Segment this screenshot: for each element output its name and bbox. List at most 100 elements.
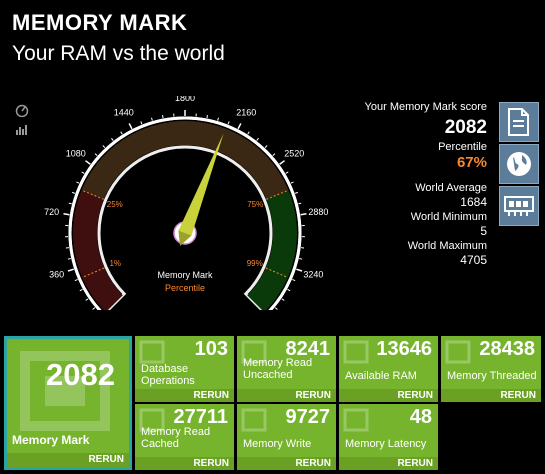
gauge-tick [298, 202, 302, 205]
tile-value: 28438 [479, 338, 535, 360]
gauge-tick [217, 117, 219, 121]
gauge-scale-label: 2520 [284, 149, 304, 159]
gauge-tick [294, 191, 299, 194]
world-compare-button[interactable] [499, 144, 539, 184]
gauge-tick [74, 279, 78, 282]
world-maximum-value: 4705 [460, 253, 487, 267]
gauge-tick [285, 171, 289, 174]
gauge-scale-label: 720 [44, 207, 59, 217]
gauge-tick [299, 258, 303, 260]
chip-icon [139, 340, 165, 364]
gauge-tick [279, 160, 285, 165]
tile-label-line1: Memory Read [141, 426, 211, 438]
percentile-label: Percentile [438, 141, 487, 153]
gauge-tick [287, 288, 291, 292]
tile-value: 9727 [285, 406, 331, 428]
chip-icon [343, 340, 369, 364]
tile-label-line1: Database [141, 363, 189, 375]
tile-label-line2: Operations [141, 375, 195, 387]
page-title: MEMORY MARK [12, 10, 188, 35]
gauge-tick [120, 131, 123, 135]
memory-mark-label: Memory Mark [12, 433, 90, 447]
gauge-tick [272, 153, 276, 157]
gauge-tick [237, 123, 242, 130]
gauge-tick [281, 298, 285, 301]
rerun-button[interactable]: RERUN [339, 389, 438, 402]
gauge-center-title: Memory Mark [157, 270, 213, 280]
tile-database-operations[interactable]: 103 Database Operations RERUN [135, 336, 234, 402]
rerun-button[interactable]: RERUN [237, 457, 336, 470]
memory-module-icon [504, 196, 534, 216]
gauge-tick [227, 121, 230, 125]
chip-icon [241, 408, 267, 432]
gauge-tick [274, 307, 278, 310]
gauge-tick [264, 145, 268, 149]
gauge-scale-label: 360 [49, 270, 64, 280]
gauge-tick [162, 115, 164, 119]
memory-mark-gauge: 036072010801440180021602520288032403600 … [44, 96, 328, 310]
gauge-tick [290, 181, 294, 184]
gauge-scale-label: 1080 [66, 149, 86, 159]
memory-mark-value: 2082 [46, 357, 115, 392]
memory-module-button[interactable] [499, 186, 539, 226]
report-icon [508, 108, 529, 136]
gauge-scale-label: 2160 [236, 108, 256, 118]
globe-icon [507, 152, 531, 176]
tile-memory-latency[interactable]: 48 Memory Latency RERUN [339, 404, 438, 470]
chart-icon[interactable] [15, 123, 29, 136]
tile-label-line1: Memory Read [243, 357, 313, 369]
gauge-percentile-label: 99% [247, 259, 263, 268]
gauge-tick [102, 145, 106, 149]
tile-memory-read-uncached[interactable]: 8241 Memory Read Uncached RERUN [237, 336, 336, 402]
gauge-tick [81, 171, 85, 174]
gauge-tick [300, 213, 307, 216]
rerun-button[interactable]: RERUN [339, 457, 438, 470]
gauge-tick [206, 115, 208, 119]
world-maximum-label: World Maximum [407, 240, 487, 252]
gauge-scale-label: 1800 [175, 96, 195, 103]
memory-mark-tile[interactable]: 2082 Memory Mark RERUN [4, 336, 132, 470]
gauge-icon[interactable] [15, 104, 29, 117]
chip-icon [343, 408, 369, 432]
score-label: Your Memory Mark score [364, 101, 487, 113]
tile-memory-read-cached[interactable]: 27711 Memory Read Cached RERUN [135, 404, 234, 470]
rerun-button[interactable]: RERUN [7, 453, 129, 467]
gauge-tick [63, 213, 70, 216]
gauge-center-sub: Percentile [165, 283, 205, 293]
report-button[interactable] [499, 102, 539, 142]
tile-label-line2: Available RAM [345, 370, 417, 382]
chip-icon [445, 340, 471, 364]
tile-label-line2: Uncached [243, 369, 293, 381]
tile-value: 48 [409, 406, 432, 428]
tile-available-ram[interactable]: 13646 Available RAM RERUN [339, 336, 438, 402]
world-average-value: 1684 [460, 195, 487, 209]
percentile-value: 67% [456, 154, 487, 171]
rerun-button[interactable]: RERUN [135, 389, 234, 402]
gauge-tick [85, 298, 89, 301]
gauge-tick [92, 307, 96, 310]
rerun-button[interactable]: RERUN [135, 457, 234, 470]
tile-label-line2: Memory Latency [345, 438, 427, 450]
rerun-button[interactable]: RERUN [237, 389, 336, 402]
gauge-tick [292, 279, 296, 282]
page-subtitle: Your RAM vs the world [12, 42, 225, 65]
results-panel: Your Memory Mark score 2082 Percentile 6… [307, 100, 487, 268]
tile-memory-threaded[interactable]: 28438 Memory Threaded RERUN [441, 336, 541, 402]
gauge-tick [76, 181, 80, 184]
world-minimum-value: 5 [480, 224, 487, 238]
gauge-tick [94, 153, 98, 157]
gauge-tick [151, 117, 153, 121]
gauge-tick [111, 137, 114, 141]
gauge-tick [256, 137, 259, 141]
tile-label-line2: Cached [141, 438, 179, 450]
score-value: 2082 [444, 117, 487, 138]
tile-memory-write[interactable]: 9727 Memory Write RERUN [237, 404, 336, 470]
tile-value: 13646 [376, 338, 432, 360]
gauge-percentile-label: 1% [109, 259, 121, 268]
gauge-tick [296, 268, 303, 272]
world-minimum-label: World Minimum [410, 211, 487, 223]
rerun-button[interactable]: RERUN [441, 389, 541, 402]
gauge-tick [67, 268, 74, 272]
gauge-tick [71, 191, 76, 194]
gauge-tick [140, 121, 143, 125]
